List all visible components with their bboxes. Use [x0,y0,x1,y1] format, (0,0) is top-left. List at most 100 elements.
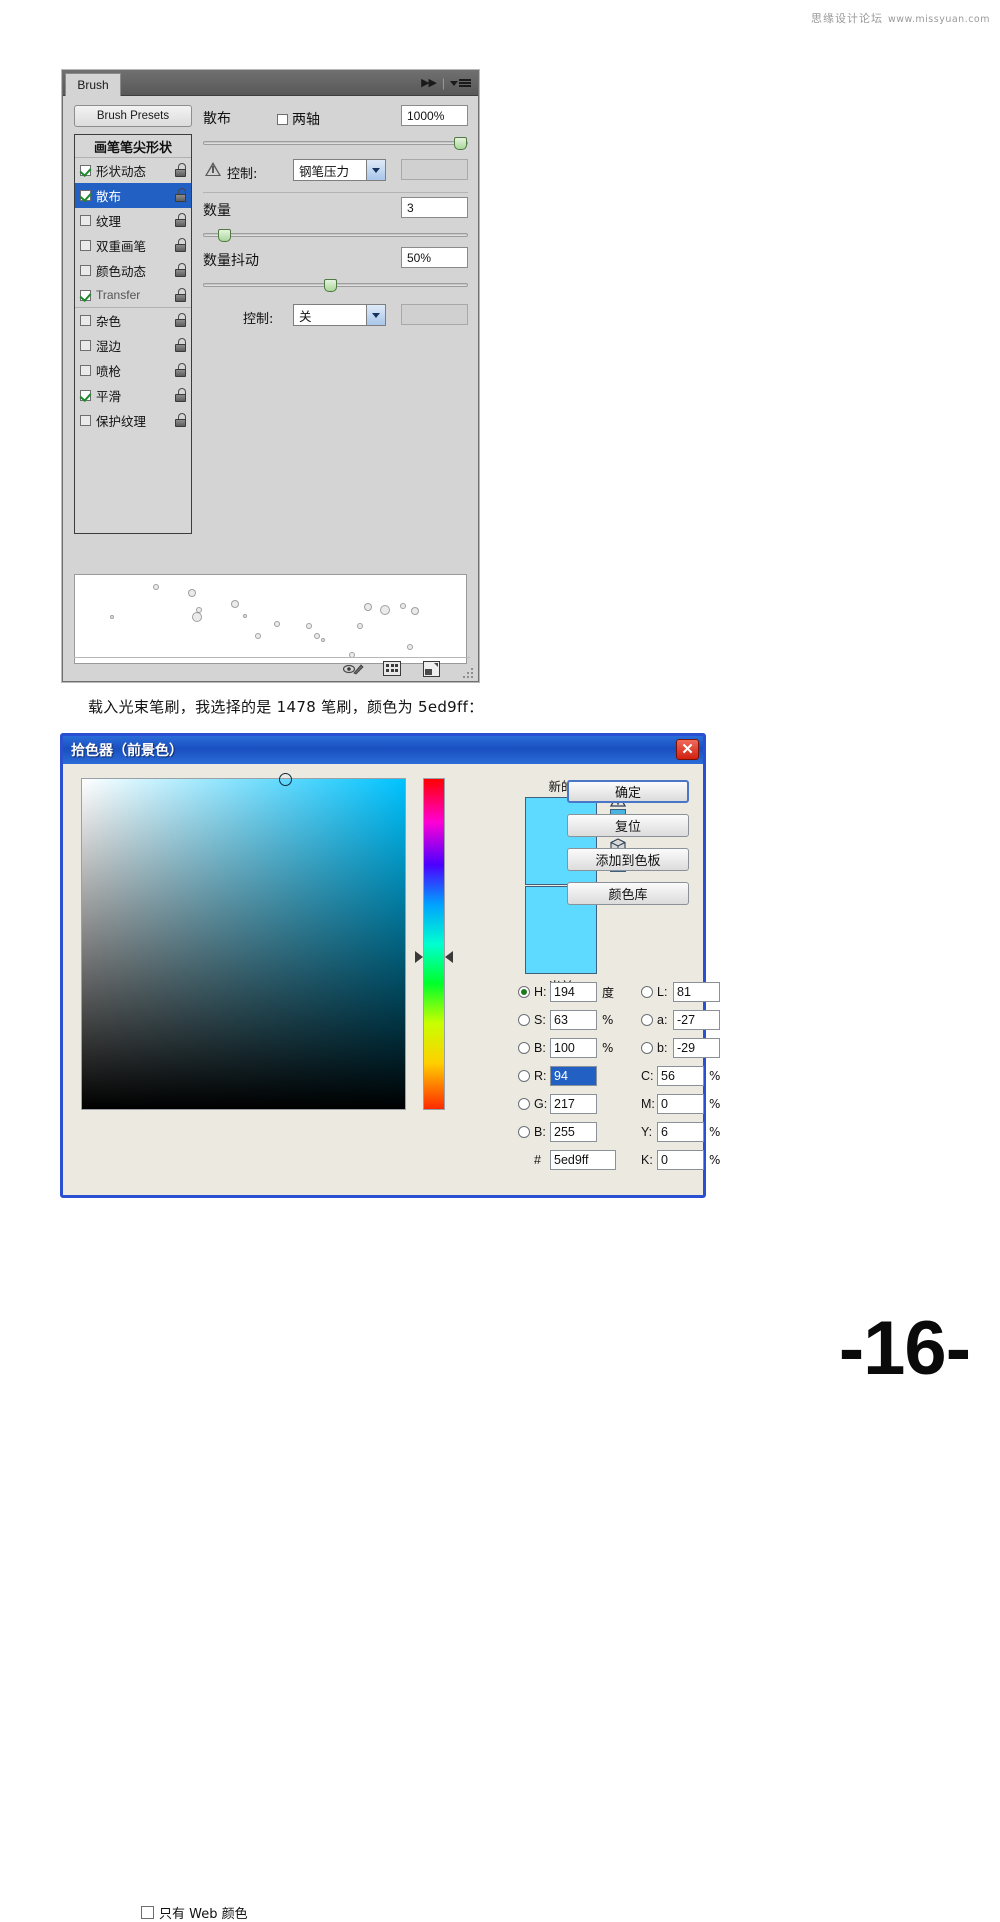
control-dropdown-1[interactable]: 钢笔压力 [293,159,386,181]
color-value-row: b: -29 [641,1034,761,1062]
close-icon[interactable]: ✕ [676,739,699,760]
lock-icon[interactable] [175,338,187,352]
color-mode-radio[interactable] [641,1042,653,1054]
cmyk-field-input[interactable]: 6 [657,1122,704,1142]
color-field-unit: % [602,1013,614,1027]
brush-option-row[interactable]: 形状动态 [75,158,191,183]
color-field-input[interactable]: 217 [550,1094,597,1114]
count-jitter-slider-thumb[interactable] [324,279,338,292]
color-picker-button[interactable]: 颜色库 [567,882,689,905]
color-field-input[interactable]: -27 [673,1010,720,1030]
brush-option-checkbox[interactable] [80,340,91,351]
warning-triangle-icon [205,162,221,176]
brush-option-row[interactable]: 平滑 [75,383,191,408]
color-mode-radio[interactable] [641,1014,653,1026]
brush-options-list[interactable]: 画笔笔尖形状 形状动态 散布 纹理 双重画笔 颜色动态 Transfer 杂色 湿边 喷枪 平滑保… [74,134,192,534]
color-picker-button[interactable]: 复位 [567,814,689,837]
lock-icon[interactable] [175,413,187,427]
web-colors-only-box[interactable] [141,1906,154,1919]
color-picker-button[interactable]: 添加到色板 [567,848,689,871]
brush-tip-shape-header[interactable]: 画笔笔尖形状 [75,135,191,158]
color-mode-radio[interactable] [518,1070,530,1082]
scatter-slider-thumb[interactable] [454,137,468,150]
color-field-input[interactable]: 100 [550,1038,597,1058]
lock-icon[interactable] [175,213,187,227]
hex-input[interactable]: 5ed9ff [550,1150,616,1170]
brush-option-row[interactable]: 杂色 [75,308,191,333]
web-colors-only-checkbox[interactable]: 只有 Web 颜色 [141,1903,248,1922]
lock-icon[interactable] [175,238,187,252]
count-slider-thumb[interactable] [218,229,232,242]
brush-option-row[interactable]: 颜色动态 [75,258,191,283]
brush-option-row[interactable]: 纹理 [75,208,191,233]
resize-grip-icon[interactable] [463,668,474,679]
color-mode-radio[interactable] [518,1126,530,1138]
scatter-slider[interactable] [203,135,468,151]
color-mode-radio[interactable] [518,1098,530,1110]
color-field-input[interactable]: 255 [550,1122,597,1142]
brush-option-checkbox[interactable] [80,415,91,426]
scatter-value-field[interactable]: 1000% [401,105,468,126]
toggle-brush-preview-icon[interactable] [343,661,364,677]
count-jitter-slider[interactable] [203,277,468,293]
lock-icon[interactable] [175,188,187,202]
brush-option-row[interactable]: 散布 [75,183,191,208]
lock-icon[interactable] [175,163,187,177]
brush-option-checkbox[interactable] [80,289,91,301]
count-slider[interactable] [203,227,468,243]
control-dropdown-2[interactable]: 关 [293,304,386,326]
brush-option-checkbox[interactable] [80,190,91,201]
lock-icon[interactable] [175,388,187,402]
lock-icon[interactable] [175,263,187,277]
color-field-input[interactable]: 94 [550,1066,597,1086]
brush-option-row[interactable]: 喷枪 [75,358,191,383]
count-jitter-value-field[interactable]: 50% [401,247,468,268]
color-mode-radio[interactable] [641,986,653,998]
hue-pointer-right-icon[interactable] [445,950,453,963]
cmyk-field-input[interactable]: 56 [657,1066,704,1086]
lock-icon[interactable] [175,288,187,302]
lock-icon[interactable] [175,313,187,327]
cmyk-field-input[interactable]: 0 [657,1150,704,1170]
color-field-input[interactable]: -29 [673,1038,720,1058]
brush-option-checkbox[interactable] [80,215,91,226]
lock-icon[interactable] [175,363,187,377]
hue-slider[interactable] [415,778,453,1110]
cmyk-field-input[interactable]: 0 [657,1094,704,1114]
brush-option-row[interactable]: Transfer [75,283,191,308]
chevron-down-icon-2[interactable] [366,305,385,325]
scatter-slider-track[interactable] [203,141,468,145]
brush-option-row[interactable]: 双重画笔 [75,233,191,258]
cmyk-field-unit: % [709,1153,721,1167]
brush-option-checkbox[interactable] [80,265,91,276]
saturation-brightness-field[interactable] [81,773,406,1110]
brush-option-checkbox[interactable] [80,365,91,376]
brush-option-row[interactable]: 湿边 [75,333,191,358]
brush-option-row[interactable]: 保护纹理 [75,408,191,433]
panel-menu-icon[interactable] [450,78,471,90]
brush-option-checkbox[interactable] [80,390,91,401]
color-field-input[interactable]: 63 [550,1010,597,1030]
tab-brush[interactable]: Brush [65,73,121,96]
brush-option-checkbox[interactable] [80,240,91,251]
count-slider-track[interactable] [203,233,468,237]
new-brush-icon[interactable] [423,660,444,677]
brush-option-checkbox[interactable] [80,165,91,176]
color-mode-radio[interactable] [518,986,530,998]
brush-presets-button[interactable]: Brush Presets [74,105,192,127]
caption-text: 载入光束笔刷，我选择的是 1478 笔刷，颜色为 5ed9ff： [88,698,484,716]
hue-pointer-left-icon[interactable] [415,950,423,963]
color-mode-radio[interactable] [518,1014,530,1026]
color-mode-radio[interactable] [518,1042,530,1054]
color-field-name: S: [534,1013,546,1027]
collapse-arrows-icon[interactable]: ▶▶ [421,76,437,89]
color-picker-button[interactable]: 确定 [567,780,689,803]
count-value-field[interactable]: 3 [401,197,468,218]
chevron-down-icon[interactable] [366,160,385,180]
color-field-input[interactable]: 81 [673,982,720,1002]
both-axes-checkbox[interactable]: 两轴 [277,109,320,129]
both-axes-box[interactable] [277,113,288,125]
brush-presets-grid-icon[interactable] [383,660,404,677]
brush-option-checkbox[interactable] [80,315,91,326]
color-field-input[interactable]: 194 [550,982,597,1002]
